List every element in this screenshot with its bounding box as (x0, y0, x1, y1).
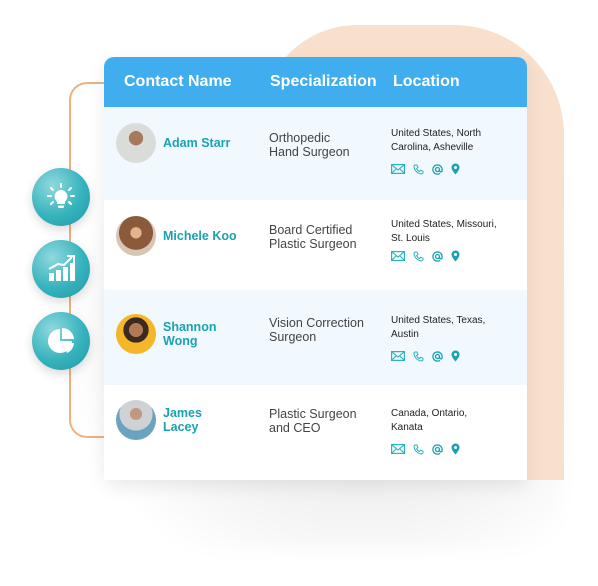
contact-name[interactable]: Michele Koo (163, 229, 237, 243)
map-pin-icon[interactable] (451, 163, 460, 175)
table-row[interactable]: Adam Starr Orthopedic Hand Surgeon Unite… (104, 107, 527, 200)
table-header: Contact Name Specialization Location (104, 57, 527, 107)
specialization: Orthopedic Hand Surgeon (269, 131, 350, 159)
table-row[interactable]: Michele Koo Board Certified Plastic Surg… (104, 200, 527, 290)
at-icon[interactable] (432, 350, 443, 362)
phone-icon[interactable] (413, 444, 424, 455)
avatar (116, 400, 156, 440)
contact-name[interactable]: Adam Starr (163, 136, 230, 150)
specialization: Vision Correction Surgeon (269, 316, 364, 344)
phone-icon[interactable] (413, 351, 424, 362)
email-icon[interactable] (391, 251, 405, 261)
table-row[interactable]: James Lacey Plastic Surgeon and CEO Cana… (104, 385, 527, 480)
email-icon[interactable] (391, 351, 405, 361)
location: United States, Missouri, St. Louis (391, 219, 497, 244)
map-pin-icon[interactable] (451, 350, 460, 362)
map-pin-icon[interactable] (451, 443, 460, 455)
at-icon[interactable] (432, 443, 443, 455)
specialization: Plastic Surgeon and CEO (269, 407, 357, 435)
avatar (116, 314, 156, 354)
avatar (116, 216, 156, 256)
phone-icon[interactable] (413, 251, 424, 262)
email-icon[interactable] (391, 444, 405, 454)
header-contact-name[interactable]: Contact Name (104, 73, 270, 91)
location: United States, Texas, Austin (391, 315, 486, 340)
header-location[interactable]: Location (393, 73, 527, 91)
location: Canada, Ontario, Kanata (391, 408, 468, 433)
map-pin-icon[interactable] (451, 250, 460, 262)
contact-actions (391, 250, 527, 262)
at-icon[interactable] (432, 163, 443, 175)
contact-name[interactable]: Shannon Wong (163, 320, 216, 348)
lightbulb-icon[interactable] (32, 168, 90, 226)
contact-actions (391, 443, 527, 455)
contact-actions (391, 163, 527, 175)
contacts-table: Contact Name Specialization Location Ada… (104, 57, 527, 480)
contact-actions (391, 350, 527, 362)
avatar (116, 123, 156, 163)
at-icon[interactable] (432, 250, 443, 262)
specialization: Board Certified Plastic Surgeon (269, 223, 357, 251)
growth-chart-icon[interactable] (32, 240, 90, 298)
table-row[interactable]: Shannon Wong Vision Correction Surgeon U… (104, 290, 527, 385)
contact-name[interactable]: James Lacey (163, 406, 202, 434)
pie-chart-icon[interactable] (32, 312, 90, 370)
header-specialization[interactable]: Specialization (270, 73, 393, 91)
email-icon[interactable] (391, 164, 405, 174)
location: United States, North Carolina, Asheville (391, 128, 482, 153)
phone-icon[interactable] (413, 164, 424, 175)
